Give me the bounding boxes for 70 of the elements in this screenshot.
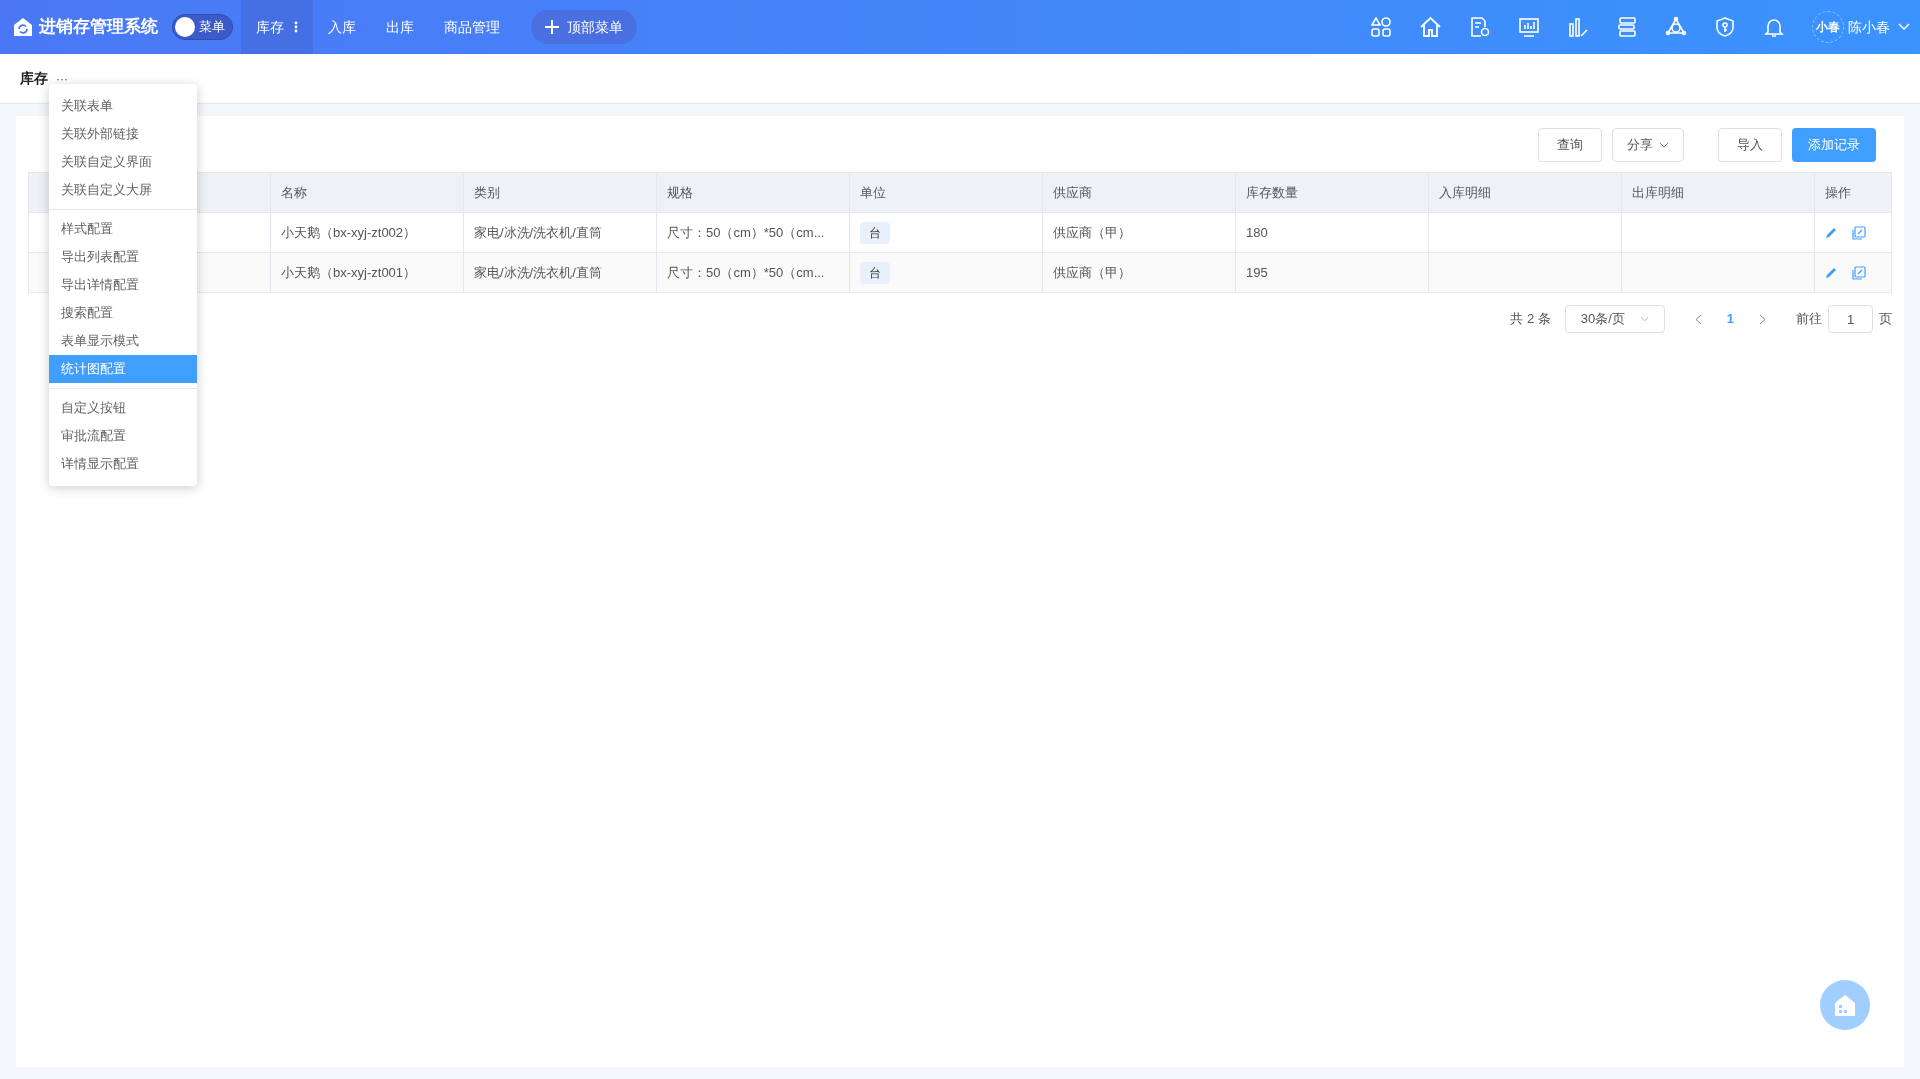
column-header: 供应商 — [1053, 184, 1092, 200]
column-header: 单位 — [860, 184, 886, 200]
more-button[interactable]: ··· — [56, 69, 68, 88]
edit-icon[interactable] — [1825, 226, 1838, 239]
menu-toggle[interactable]: 菜单 — [172, 14, 233, 40]
logo-icon — [13, 17, 33, 37]
plus-icon — [545, 20, 559, 34]
nav-tab[interactable]: 出库 — [371, 0, 429, 54]
page-suffix: 页 — [1879, 310, 1892, 329]
kebab-icon[interactable] — [294, 21, 298, 33]
goto-label: 前往 — [1796, 310, 1822, 329]
column-header: 类别 — [474, 184, 500, 200]
chevron-down-icon — [1659, 142, 1669, 148]
table-cell: 尺寸：50（cm）*50（cm... — [667, 224, 825, 240]
column-header: 出库明细 — [1632, 184, 1684, 200]
toolbar-button[interactable]: 分享 — [1612, 128, 1684, 162]
table-cell: 供应商（甲） — [1053, 224, 1131, 240]
document-gear-icon[interactable] — [1469, 16, 1491, 38]
page-size-select[interactable]: 30条/页 — [1564, 305, 1665, 333]
table-cell: 尺寸：50（cm）*50（cm... — [667, 264, 825, 280]
chevron-down-icon[interactable] — [1898, 23, 1910, 31]
column-header: 库存数量 — [1246, 184, 1298, 200]
page-title: 库存 — [20, 69, 48, 88]
table-cell: 小天鹅（bx-xyj-zt002） — [281, 224, 417, 240]
menu-item[interactable]: 详情显示配置 — [49, 450, 197, 478]
nav-tab[interactable]: 入库 — [313, 0, 371, 54]
table-cell: 195 — [1246, 264, 1268, 280]
home-icon — [1833, 994, 1857, 1016]
edit-icon[interactable] — [1825, 266, 1838, 279]
home-icon[interactable] — [1419, 16, 1442, 38]
unit-tag: 台 — [860, 261, 890, 284]
app-title: 进销存管理系统 — [39, 16, 158, 39]
menu-item[interactable]: 自定义按钮 — [49, 394, 197, 422]
apps-icon[interactable] — [1370, 16, 1392, 38]
menu-item[interactable]: 关联表单 — [49, 92, 197, 120]
total-count: 共 2 条 — [1510, 310, 1551, 329]
menu-item[interactable]: 关联外部链接 — [49, 120, 197, 148]
menu-item[interactable]: 表单显示模式 — [49, 327, 197, 355]
menu-item[interactable]: 审批流配置 — [49, 422, 197, 450]
network-icon[interactable] — [1665, 16, 1687, 38]
column-header: 名称 — [281, 184, 307, 200]
table-cell: 家电/冰洗/洗衣机/直筒 — [474, 264, 602, 280]
page-input[interactable]: 1 — [1828, 305, 1873, 333]
table-cell: 供应商（甲） — [1053, 264, 1131, 280]
nav-tab[interactable]: 库存 — [241, 0, 313, 54]
top-menu-button[interactable]: 顶部菜单 — [531, 10, 637, 44]
menu-item[interactable]: 导出详情配置 — [49, 271, 197, 299]
shield-key-icon[interactable] — [1714, 16, 1736, 38]
toolbar-button[interactable]: 导入 — [1718, 128, 1782, 162]
toolbar-button[interactable]: 查询 — [1538, 128, 1602, 162]
next-page-icon[interactable] — [1759, 313, 1766, 325]
unit-tag: 台 — [860, 221, 890, 244]
table-cell: 家电/冰洗/洗衣机/直筒 — [474, 224, 602, 240]
monitor-chart-icon[interactable] — [1518, 16, 1540, 38]
flow-icon[interactable] — [1616, 16, 1638, 38]
menu-item[interactable]: 关联自定义界面 — [49, 148, 197, 176]
bar-chart-icon[interactable] — [1567, 16, 1589, 38]
copy-icon[interactable] — [1852, 265, 1866, 280]
column-header: 操作 — [1825, 184, 1851, 200]
column-header: 入库明细 — [1439, 184, 1491, 200]
nav-tab[interactable]: 商品管理 — [429, 0, 515, 54]
copy-icon[interactable] — [1852, 225, 1866, 240]
previous-page-icon[interactable] — [1694, 313, 1702, 325]
table-cell: 180 — [1246, 224, 1268, 240]
menu-item[interactable]: 导出列表配置 — [49, 243, 197, 271]
chevron-down-icon — [1639, 316, 1649, 322]
table-cell: 小天鹅（bx-xyj-zt001） — [281, 264, 417, 280]
menu-item[interactable]: 搜索配置 — [49, 299, 197, 327]
column-header: 规格 — [667, 184, 693, 200]
bell-icon[interactable] — [1763, 16, 1785, 38]
